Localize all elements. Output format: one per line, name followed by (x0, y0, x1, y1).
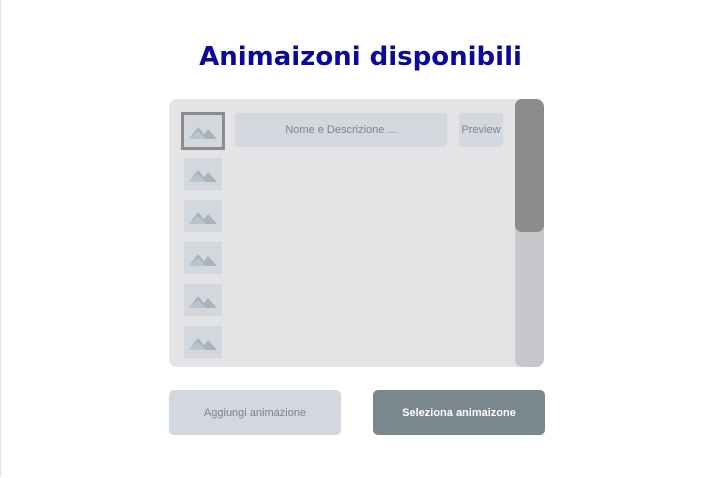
preview-button[interactable]: Preview (459, 113, 503, 147)
animation-thumbnail[interactable] (184, 242, 222, 274)
animation-thumbnail[interactable] (184, 284, 222, 316)
image-placeholder-icon (189, 338, 217, 350)
scrollbar-thumb[interactable] (515, 99, 544, 232)
animation-thumbnail[interactable] (181, 112, 225, 150)
image-placeholder-icon (189, 127, 217, 139)
image-placeholder-icon (189, 212, 217, 224)
animation-thumbnail[interactable] (184, 200, 222, 232)
image-placeholder-icon (189, 170, 217, 182)
animation-thumbnail[interactable] (184, 326, 222, 358)
animation-list[interactable]: Nome e Descrizione ... Preview (169, 99, 544, 367)
animation-thumbnail[interactable] (184, 158, 222, 190)
select-animation-button[interactable]: Seleziona animaizone (373, 390, 545, 435)
image-placeholder-icon (189, 254, 217, 266)
animation-name-description[interactable]: Nome e Descrizione ... (235, 113, 447, 147)
image-placeholder-icon (189, 296, 217, 308)
scrollbar-track[interactable] (515, 99, 544, 367)
page-title: Animaizoni disponibili (199, 42, 522, 72)
add-animation-button[interactable]: Aggiungi animazione (169, 390, 341, 435)
